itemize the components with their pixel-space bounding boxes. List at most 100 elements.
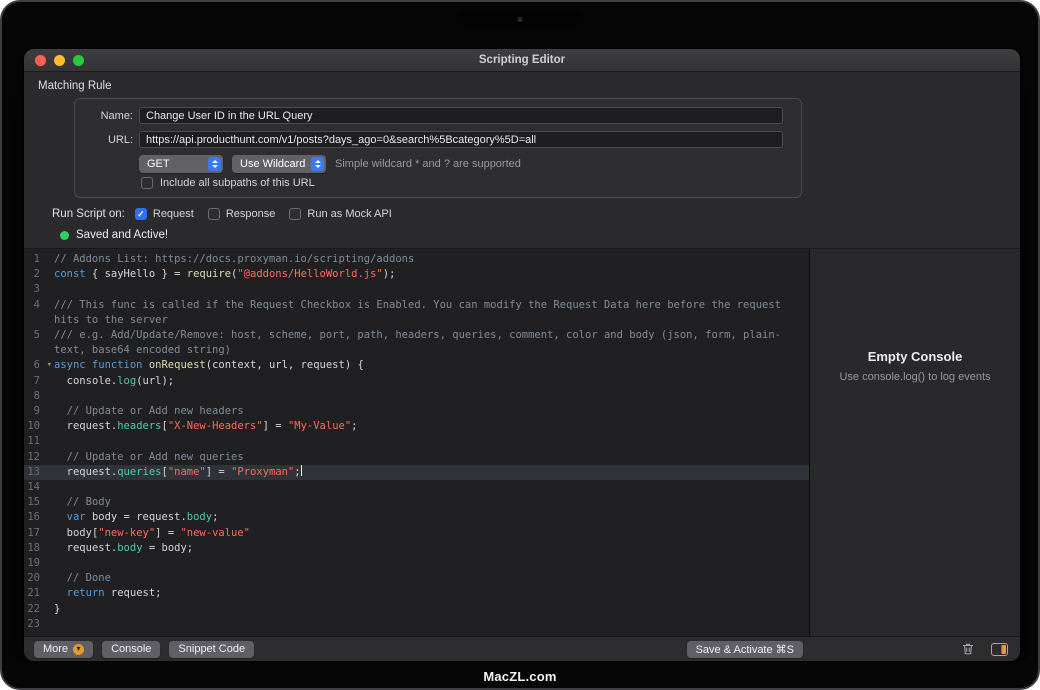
- minimize-window-button[interactable]: [54, 55, 65, 66]
- code-editor[interactable]: 1// Addons List: https://docs.proxyman.i…: [24, 249, 809, 636]
- checkbox-icon[interactable]: ✓: [135, 208, 147, 220]
- code-line[interactable]: 13 request.queries["name"] = "Proxyman";: [24, 465, 809, 480]
- text-cursor: [301, 465, 303, 476]
- code-text: [54, 389, 809, 404]
- camera-icon: [518, 17, 523, 22]
- code-line[interactable]: 8: [24, 389, 809, 404]
- code-line[interactable]: 10 request.headers["X-New-Headers"] = "M…: [24, 419, 809, 434]
- disclosure-triangle-icon[interactable]: ▾: [47, 358, 52, 373]
- code-line[interactable]: 12 // Update or Add new queries: [24, 450, 809, 465]
- code-line[interactable]: 22}: [24, 602, 809, 617]
- code-line[interactable]: 23: [24, 617, 809, 632]
- wildcard-mode-dropdown[interactable]: Use Wildcard: [232, 155, 326, 173]
- main-split: 1// Addons List: https://docs.proxyman.i…: [24, 248, 1020, 636]
- code-text: body["new-key"] = "new-value": [54, 526, 809, 541]
- code-text: // Update or Add new queries: [54, 450, 809, 465]
- code-text: [54, 617, 809, 632]
- console-button[interactable]: Console: [102, 641, 160, 658]
- code-text: request.headers["X-New-Headers"] = "My-V…: [54, 419, 809, 434]
- name-input[interactable]: Change User ID in the URL Query: [139, 107, 783, 124]
- run-script-option-request[interactable]: ✓Request: [135, 208, 194, 220]
- run-script-option-response[interactable]: Response: [208, 208, 276, 220]
- code-line[interactable]: 17 body["new-key"] = "new-value": [24, 526, 809, 541]
- wildcard-hint: Simple wildcard * and ? are supported: [335, 158, 521, 170]
- dropdown-chevrons-icon: [208, 157, 221, 171]
- bottom-toolbar: More ▾ Console Snippet Code Save & Activ…: [24, 636, 1020, 661]
- run-script-label: Run Script on:: [52, 208, 125, 220]
- line-number: 21: [24, 586, 54, 601]
- code-line[interactable]: 6▾async function onRequest(context, url,…: [24, 358, 809, 373]
- zoom-window-button[interactable]: [73, 55, 84, 66]
- snippet-code-button[interactable]: Snippet Code: [169, 641, 254, 658]
- matching-rule-section: Matching Rule Name: Change User ID in th…: [24, 72, 1020, 248]
- checkbox-label: Response: [226, 208, 276, 220]
- line-number: 3: [24, 282, 54, 297]
- line-number: 17: [24, 526, 54, 541]
- code-line[interactable]: 21 return request;: [24, 586, 809, 601]
- line-number: 7: [24, 374, 54, 389]
- save-activate-button[interactable]: Save & Activate ⌘S: [687, 641, 803, 658]
- more-button[interactable]: More ▾: [34, 641, 93, 658]
- active-status-icon: [60, 231, 69, 240]
- code-text: console.log(url);: [54, 374, 809, 389]
- more-button-label: More: [43, 643, 68, 655]
- trash-icon: [961, 642, 975, 656]
- include-subpaths-label: Include all subpaths of this URL: [160, 177, 315, 189]
- code-line[interactable]: 19: [24, 556, 809, 571]
- code-line[interactable]: 15 // Body: [24, 495, 809, 510]
- line-number: 5: [24, 328, 54, 358]
- code-text: var body = request.body;: [54, 510, 809, 525]
- code-text: /// This func is called if the Request C…: [54, 298, 809, 328]
- code-line[interactable]: 1// Addons List: https://docs.proxyman.i…: [24, 252, 809, 267]
- code-text: }: [54, 602, 809, 617]
- code-line[interactable]: 5/// e.g. Add/Update/Remove: host, schem…: [24, 328, 809, 358]
- console-panel: Empty Console Use console.log() to log e…: [809, 249, 1020, 636]
- line-number: 1: [24, 252, 54, 267]
- watermark-text: MacZL.com: [2, 669, 1038, 684]
- code-line[interactable]: 20 // Done: [24, 571, 809, 586]
- code-line[interactable]: 3: [24, 282, 809, 297]
- url-input[interactable]: https://api.producthunt.com/v1/posts?day…: [139, 131, 783, 148]
- http-method-value: GET: [147, 158, 170, 170]
- code-text: /// e.g. Add/Update/Remove: host, scheme…: [54, 328, 809, 358]
- code-line[interactable]: 2const { sayHello } = require("@addons/H…: [24, 267, 809, 282]
- code-text: request.body = body;: [54, 541, 809, 556]
- macbook-notch: [461, 9, 579, 30]
- code-line[interactable]: 4/// This func is called if the Request …: [24, 298, 809, 328]
- clear-console-button[interactable]: [961, 642, 975, 656]
- console-empty-subtitle: Use console.log() to log events: [839, 371, 990, 383]
- url-field-label: URL:: [75, 134, 133, 146]
- checkbox-icon[interactable]: [289, 208, 301, 220]
- code-text: // Done: [54, 571, 809, 586]
- include-subpaths-checkbox[interactable]: [141, 177, 153, 189]
- code-line[interactable]: 7 console.log(url);: [24, 374, 809, 389]
- run-script-option-run-as-mock-api[interactable]: Run as Mock API: [289, 208, 391, 220]
- line-number: 14: [24, 480, 54, 495]
- status-row: Saved and Active!: [60, 229, 1006, 241]
- dropdown-chevrons-icon: [311, 157, 324, 171]
- include-subpaths-option[interactable]: Include all subpaths of this URL: [141, 177, 801, 189]
- wildcard-mode-value: Use Wildcard: [240, 158, 305, 170]
- code-line[interactable]: 14: [24, 480, 809, 495]
- code-line[interactable]: 16 var body = request.body;: [24, 510, 809, 525]
- line-number: 8: [24, 389, 54, 404]
- code-line[interactable]: 18 request.body = body;: [24, 541, 809, 556]
- laptop-bezel: Scripting Editor Matching Rule Name: Cha…: [0, 0, 1040, 690]
- line-number: 12: [24, 450, 54, 465]
- line-number: 6▾: [24, 358, 54, 373]
- code-line[interactable]: 11: [24, 434, 809, 449]
- code-text: request.queries["name"] = "Proxyman";: [54, 465, 809, 480]
- sidebar-panel-icon: [991, 643, 1008, 656]
- code-line[interactable]: 9 // Update or Add new headers: [24, 404, 809, 419]
- window-titlebar[interactable]: Scripting Editor: [24, 49, 1020, 72]
- close-window-button[interactable]: [35, 55, 46, 66]
- line-number: 10: [24, 419, 54, 434]
- http-method-dropdown[interactable]: GET: [139, 155, 223, 173]
- checkbox-icon[interactable]: [208, 208, 220, 220]
- line-number: 2: [24, 267, 54, 282]
- code-text: // Body: [54, 495, 809, 510]
- line-number: 19: [24, 556, 54, 571]
- toggle-console-panel-button[interactable]: [991, 643, 1008, 656]
- code-text: const { sayHello } = require("@addons/He…: [54, 267, 809, 282]
- line-number: 13: [24, 465, 54, 480]
